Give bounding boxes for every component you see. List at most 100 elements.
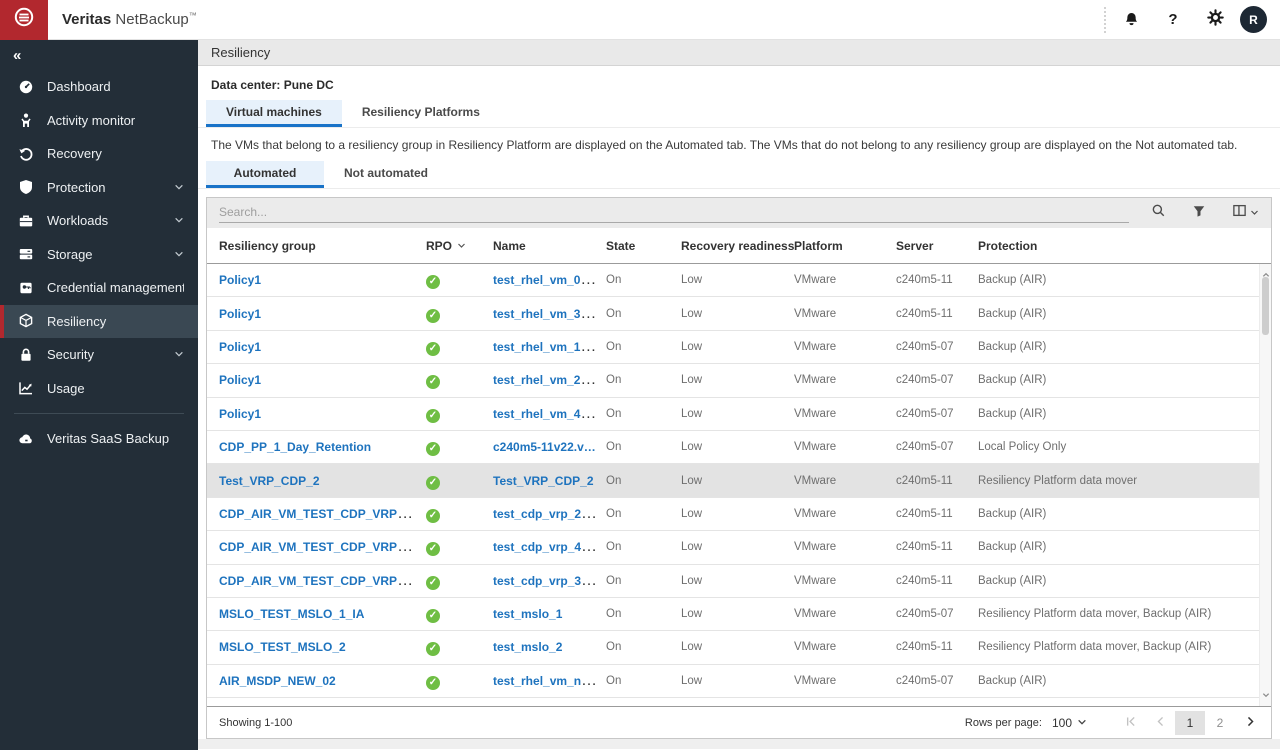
resiliency-group-link[interactable]: CDP_AIR_VM_TEST_CDP_VRP_4_CD [219,538,426,555]
vm-name-link[interactable]: test_rhel_vm_3_cd [493,305,601,322]
page-button-1[interactable]: 1 [1175,710,1205,735]
vm-name-link[interactable]: test_rhel_vm_1_cd [493,338,601,355]
vertical-scrollbar[interactable] [1259,264,1271,706]
usage-icon [18,380,34,396]
search-button[interactable] [1151,203,1166,223]
sidebar-item-label: Workloads [47,213,109,229]
resiliency-group-link[interactable]: Policy1 [219,373,261,387]
table-row[interactable]: CDP_AIR_VM_TEST_CDP_VRP_4_CD ✓ test_cdp_vr… [207,531,1271,565]
first-page-button[interactable] [1115,711,1145,735]
col-header-name[interactable]: Name [493,239,606,253]
vm-name-link[interactable]: test_mslo_2 [493,640,562,654]
resiliency-group-link[interactable]: MSLO_TEST_MSLO_1_IA [219,607,364,621]
table-row[interactable]: Policy1 ✓ test_rhel_vm_3_cd On Low VMware c240… [207,297,1271,331]
rpo-ok-icon: ✓ [426,375,440,390]
tab-automated[interactable]: Automated [206,161,324,188]
security-icon [18,347,34,363]
sidebar-item-protection[interactable]: Protection [0,171,198,205]
previous-page-button[interactable] [1145,711,1175,735]
resiliency-group-link[interactable]: AIR_MSDP_NEW_02 [219,674,336,688]
settings-button[interactable] [1194,0,1236,40]
table-row-partial[interactable]: ✓test_… [207,698,1271,706]
table-row[interactable]: CDP_PP_1_Day_Retention ✓ c240m5-11v22.v… On… [207,430,1271,465]
table-row[interactable]: Test_VRP_CDP_2 ✓ Test_VRP_CDP_2 On Low VMware… [207,464,1271,498]
col-header-recovery-readiness[interactable]: Recovery readiness i [681,239,794,253]
resiliency-group-link[interactable]: Policy1 [219,340,261,354]
scroll-down-icon[interactable] [1262,686,1270,704]
rpo-cell: ✓ [426,672,493,690]
resiliency-group-link[interactable]: CDP_AIR_VM_TEST_CDP_VRP_2_CD [219,505,426,522]
collapse-sidebar-icon[interactable]: « [13,47,21,64]
sidebar-item-usage[interactable]: Usage [0,372,198,406]
resiliency-group-link[interactable]: CDP_AIR_VM_TEST_CDP_VRP_3_CD [219,572,426,589]
sidebar-item-storage[interactable]: Storage [0,238,198,272]
vm-name-link[interactable]: test_cdp_vrp_2_cd [493,505,602,522]
vm-name-link[interactable]: c240m5-11v22.v… [493,440,596,454]
column-settings-button[interactable] [1232,203,1259,223]
table-row[interactable]: Policy1 ✓ test_rhel_vm_0_cd On Low VMware c240… [207,264,1271,298]
vm-name-link[interactable]: test_rhel_vm_0_cd [493,271,601,288]
vm-name-link[interactable]: test_rhel_vm_2_cd [493,371,601,388]
sidebar-item-security[interactable]: Security [0,338,198,372]
table-row[interactable]: CDP_AIR_VM_TEST_CDP_VRP_2_CD ✓ test_cdp_vr… [207,497,1271,532]
sidebar-item-label: Resiliency [47,313,107,329]
resiliency-group-link[interactable]: Test_VRP_CDP_2 [219,474,320,488]
vm-name-link[interactable]: test_rhel_vm_ne… [493,672,600,689]
next-page-button[interactable] [1235,711,1265,735]
chevron-down-icon [174,247,184,262]
resiliency-group-link[interactable]: Policy1 [219,307,261,321]
vm-name-link[interactable]: test_mslo_1 [493,607,562,621]
col-header-state[interactable]: State [606,239,681,253]
resiliency-group-link[interactable]: Policy1 [219,273,261,287]
platform-cell: VMware [794,507,837,520]
vm-name-link[interactable]: test_rhel_vm_4_cd [493,405,601,422]
sidebar-item-activity-monitor[interactable]: Activity monitor [0,104,198,138]
chevron-down-icon [1077,716,1087,730]
col-header-rpo[interactable]: RPO [426,239,493,253]
sidebar-item-dashboard[interactable]: Dashboard [0,70,198,104]
server-cell: c240m5-11 [896,507,953,520]
vm-name-link[interactable]: test_cdp_vrp_3_cd [493,572,602,589]
notifications-button[interactable] [1110,0,1152,40]
rpo-ok-icon: ✓ [426,341,440,356]
tab-not-automated[interactable]: Not automated [324,161,448,188]
veritas-logo[interactable] [0,0,48,40]
vm-name-link[interactable]: test_cdp_vrp_4_cd [493,538,602,555]
protection-cell: Resiliency Platform data mover, Backup (… [978,608,1212,621]
table-row[interactable]: Policy1 ✓ test_rhel_vm_2_cd On Low VMware c240… [207,364,1271,398]
sidebar-item-workloads[interactable]: Workloads [0,204,198,238]
sidebar-item-recovery[interactable]: Recovery [0,137,198,171]
rows-per-page-select[interactable]: 100 [1052,716,1087,730]
page-button-2[interactable]: 2 [1205,711,1235,735]
filter-button[interactable] [1192,204,1206,223]
resiliency-group-link[interactable]: MSLO_TEST_MSLO_2 [219,640,346,654]
tab-resiliency-platforms[interactable]: Resiliency Platforms [342,100,500,127]
resiliency-group-link[interactable]: CDP_PP_1_Day_Retention [219,440,371,454]
col-header-server[interactable]: Server [896,239,978,253]
description-text: The VMs that belong to a resiliency grou… [211,138,1238,152]
protection-cell: Backup (AIR) [978,374,1047,387]
table-row[interactable]: Policy1 ✓ test_rhel_vm_1_cd On Low VMware c240… [207,330,1271,365]
scrollbar-thumb[interactable] [1262,277,1269,335]
vm-name-link[interactable]: Test_VRP_CDP_2 [493,474,594,488]
rpo-ok-icon: ✓ [426,642,440,657]
chevron-down-icon [1250,204,1259,222]
state-cell: On [606,507,622,520]
help-button[interactable]: ? [1152,0,1194,40]
sidebar-item-credential-management[interactable]: Credential management [0,271,198,305]
col-header-platform[interactable]: Platform [794,239,896,253]
col-header-protection[interactable]: Protection [978,239,1258,253]
table-row[interactable]: MSLO_TEST_MSLO_2 ✓ test_mslo_2 On Low VMware c… [207,631,1271,665]
tab-virtual-machines[interactable]: Virtual machines [206,100,342,127]
table-row[interactable]: Policy1 ✓ test_rhel_vm_4_cd On Low VMware c240… [207,397,1271,431]
table-row[interactable]: CDP_AIR_VM_TEST_CDP_VRP_3_CD ✓ test_cdp_vr… [207,564,1271,598]
sidebar-item-veritas-saas-backup[interactable]: Veritas SaaS Backup [0,422,198,456]
sidebar-item-resiliency[interactable]: Resiliency [0,304,198,338]
col-header-resiliency-group[interactable]: Resiliency group [207,239,426,253]
rpo-cell: ✓ [426,405,493,423]
table-row[interactable]: AIR_MSDP_NEW_02 ✓ test_rhel_vm_ne… On Low VMw… [207,664,1271,699]
table-row[interactable]: MSLO_TEST_MSLO_1_IA ✓ test_mslo_1 On Low VMwa… [207,597,1271,632]
resiliency-group-link[interactable]: Policy1 [219,407,261,421]
user-avatar[interactable]: R [1240,6,1267,33]
search-input[interactable] [219,203,1129,223]
